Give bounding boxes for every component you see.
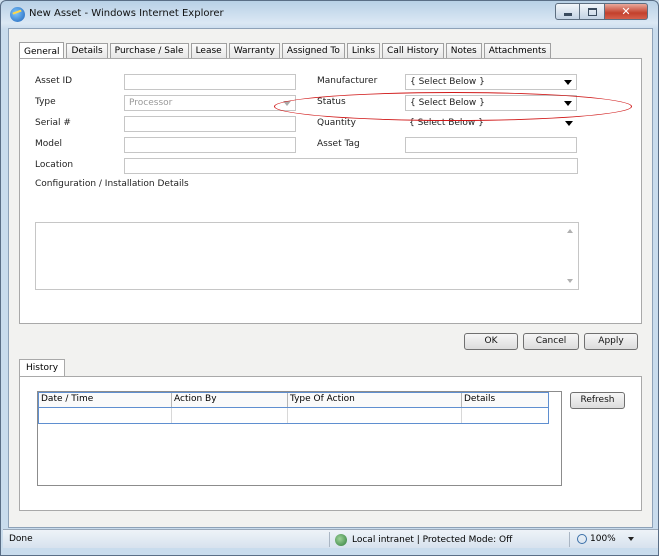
status-divider xyxy=(569,532,570,547)
quantity-label: Quantity xyxy=(317,118,356,128)
status-bar: Done Local intranet | Protected Mode: Of… xyxy=(3,529,658,548)
tab-attachments[interactable]: Attachments xyxy=(483,43,552,58)
config-textarea[interactable] xyxy=(35,222,579,290)
refresh-button[interactable]: Refresh xyxy=(570,392,625,409)
security-zone[interactable]: Local intranet | Protected Mode: Off xyxy=(335,534,512,546)
zoom-control[interactable]: 100% xyxy=(577,534,634,544)
model-label: Model xyxy=(35,139,63,149)
serial-input[interactable] xyxy=(124,116,296,132)
manufacturer-label: Manufacturer xyxy=(317,76,378,86)
model-input[interactable] xyxy=(124,137,296,153)
history-grid: Date / Time Action By Type Of Action Det… xyxy=(37,391,562,486)
config-label: Configuration / Installation Details xyxy=(35,179,189,189)
chevron-down-icon xyxy=(565,121,573,126)
location-label: Location xyxy=(35,160,74,170)
grid-header: Date / Time Action By Type Of Action Det… xyxy=(38,392,549,408)
chevron-down-icon[interactable] xyxy=(627,537,634,541)
cancel-button[interactable]: Cancel xyxy=(523,333,579,350)
tab-call-history[interactable]: Call History xyxy=(382,43,444,58)
serial-label: Serial # xyxy=(35,118,71,128)
quantity-select[interactable]: { Select Below } xyxy=(405,116,577,132)
column-header-date-time[interactable]: Date / Time xyxy=(39,393,172,407)
apply-button[interactable]: Apply xyxy=(584,333,638,350)
type-value: Processor xyxy=(129,98,173,108)
scroll-up-icon[interactable] xyxy=(567,229,573,233)
title-bar[interactable]: New Asset - Windows Internet Explorer ✕ xyxy=(1,1,658,27)
status-text: Done xyxy=(9,534,33,544)
minimize-button[interactable] xyxy=(555,3,580,20)
quantity-value: { Select Below } xyxy=(409,118,484,128)
ok-button[interactable]: OK xyxy=(464,333,518,350)
tab-general[interactable]: General xyxy=(19,42,65,59)
asset-id-label: Asset ID xyxy=(35,76,73,86)
tab-assigned-to[interactable]: Assigned To xyxy=(281,43,345,58)
minimize-icon xyxy=(563,13,572,16)
intranet-globe-icon xyxy=(335,534,347,546)
tab-warranty[interactable]: Warranty xyxy=(228,43,280,58)
table-cell xyxy=(288,408,462,423)
tab-lease[interactable]: Lease xyxy=(190,43,227,58)
asset-id-input[interactable] xyxy=(124,74,296,90)
table-cell xyxy=(39,408,172,423)
column-header-action-by[interactable]: Action By xyxy=(172,393,288,407)
asset-tag-label: Asset Tag xyxy=(317,139,360,149)
column-header-details[interactable]: Details xyxy=(462,393,548,407)
tab-notes[interactable]: Notes xyxy=(445,43,482,58)
window-title: New Asset - Windows Internet Explorer xyxy=(29,8,224,19)
chevron-down-icon xyxy=(564,80,572,85)
location-input[interactable] xyxy=(124,158,578,174)
column-header-type-of-action[interactable]: Type Of Action xyxy=(288,393,462,407)
dialog-content: General Details Purchase / Sale Lease Wa… xyxy=(8,28,653,528)
asset-tag-input[interactable] xyxy=(405,137,577,153)
table-cell xyxy=(462,408,548,423)
history-panel: Date / Time Action By Type Of Action Det… xyxy=(19,376,642,511)
table-cell xyxy=(172,408,288,423)
chevron-down-icon xyxy=(564,101,572,106)
zone-text: Local intranet | Protected Mode: Off xyxy=(352,535,513,545)
tab-strip: General Details Purchase / Sale Lease Wa… xyxy=(19,41,553,59)
type-label: Type xyxy=(35,97,56,107)
browser-window: New Asset - Windows Internet Explorer ✕ … xyxy=(0,0,659,556)
table-row[interactable] xyxy=(38,408,549,424)
status-divider xyxy=(329,532,330,547)
manufacturer-select[interactable]: { Select Below } xyxy=(405,74,577,90)
status-label: Status xyxy=(317,97,346,107)
status-select[interactable]: { Select Below } xyxy=(405,95,577,111)
zoom-level: 100% xyxy=(590,534,616,544)
vertical-scrollbar[interactable] xyxy=(564,223,578,289)
tab-purchase-sale[interactable]: Purchase / Sale xyxy=(109,43,189,58)
status-value: { Select Below } xyxy=(410,98,485,108)
close-button[interactable]: ✕ xyxy=(605,3,648,20)
maximize-button[interactable] xyxy=(580,3,605,20)
tab-history[interactable]: History xyxy=(19,359,66,377)
tab-details[interactable]: Details xyxy=(66,43,108,58)
ie-icon xyxy=(10,7,25,22)
maximize-icon xyxy=(587,7,597,16)
manufacturer-value: { Select Below } xyxy=(410,77,485,87)
magnifier-icon xyxy=(577,534,587,544)
tab-links[interactable]: Links xyxy=(346,43,381,58)
scroll-down-icon[interactable] xyxy=(567,279,573,283)
chevron-down-icon xyxy=(283,101,291,106)
type-select[interactable]: Processor xyxy=(124,95,296,111)
close-icon: ✕ xyxy=(621,5,631,18)
general-panel: Asset ID Type Processor Serial # Model L… xyxy=(19,58,642,324)
